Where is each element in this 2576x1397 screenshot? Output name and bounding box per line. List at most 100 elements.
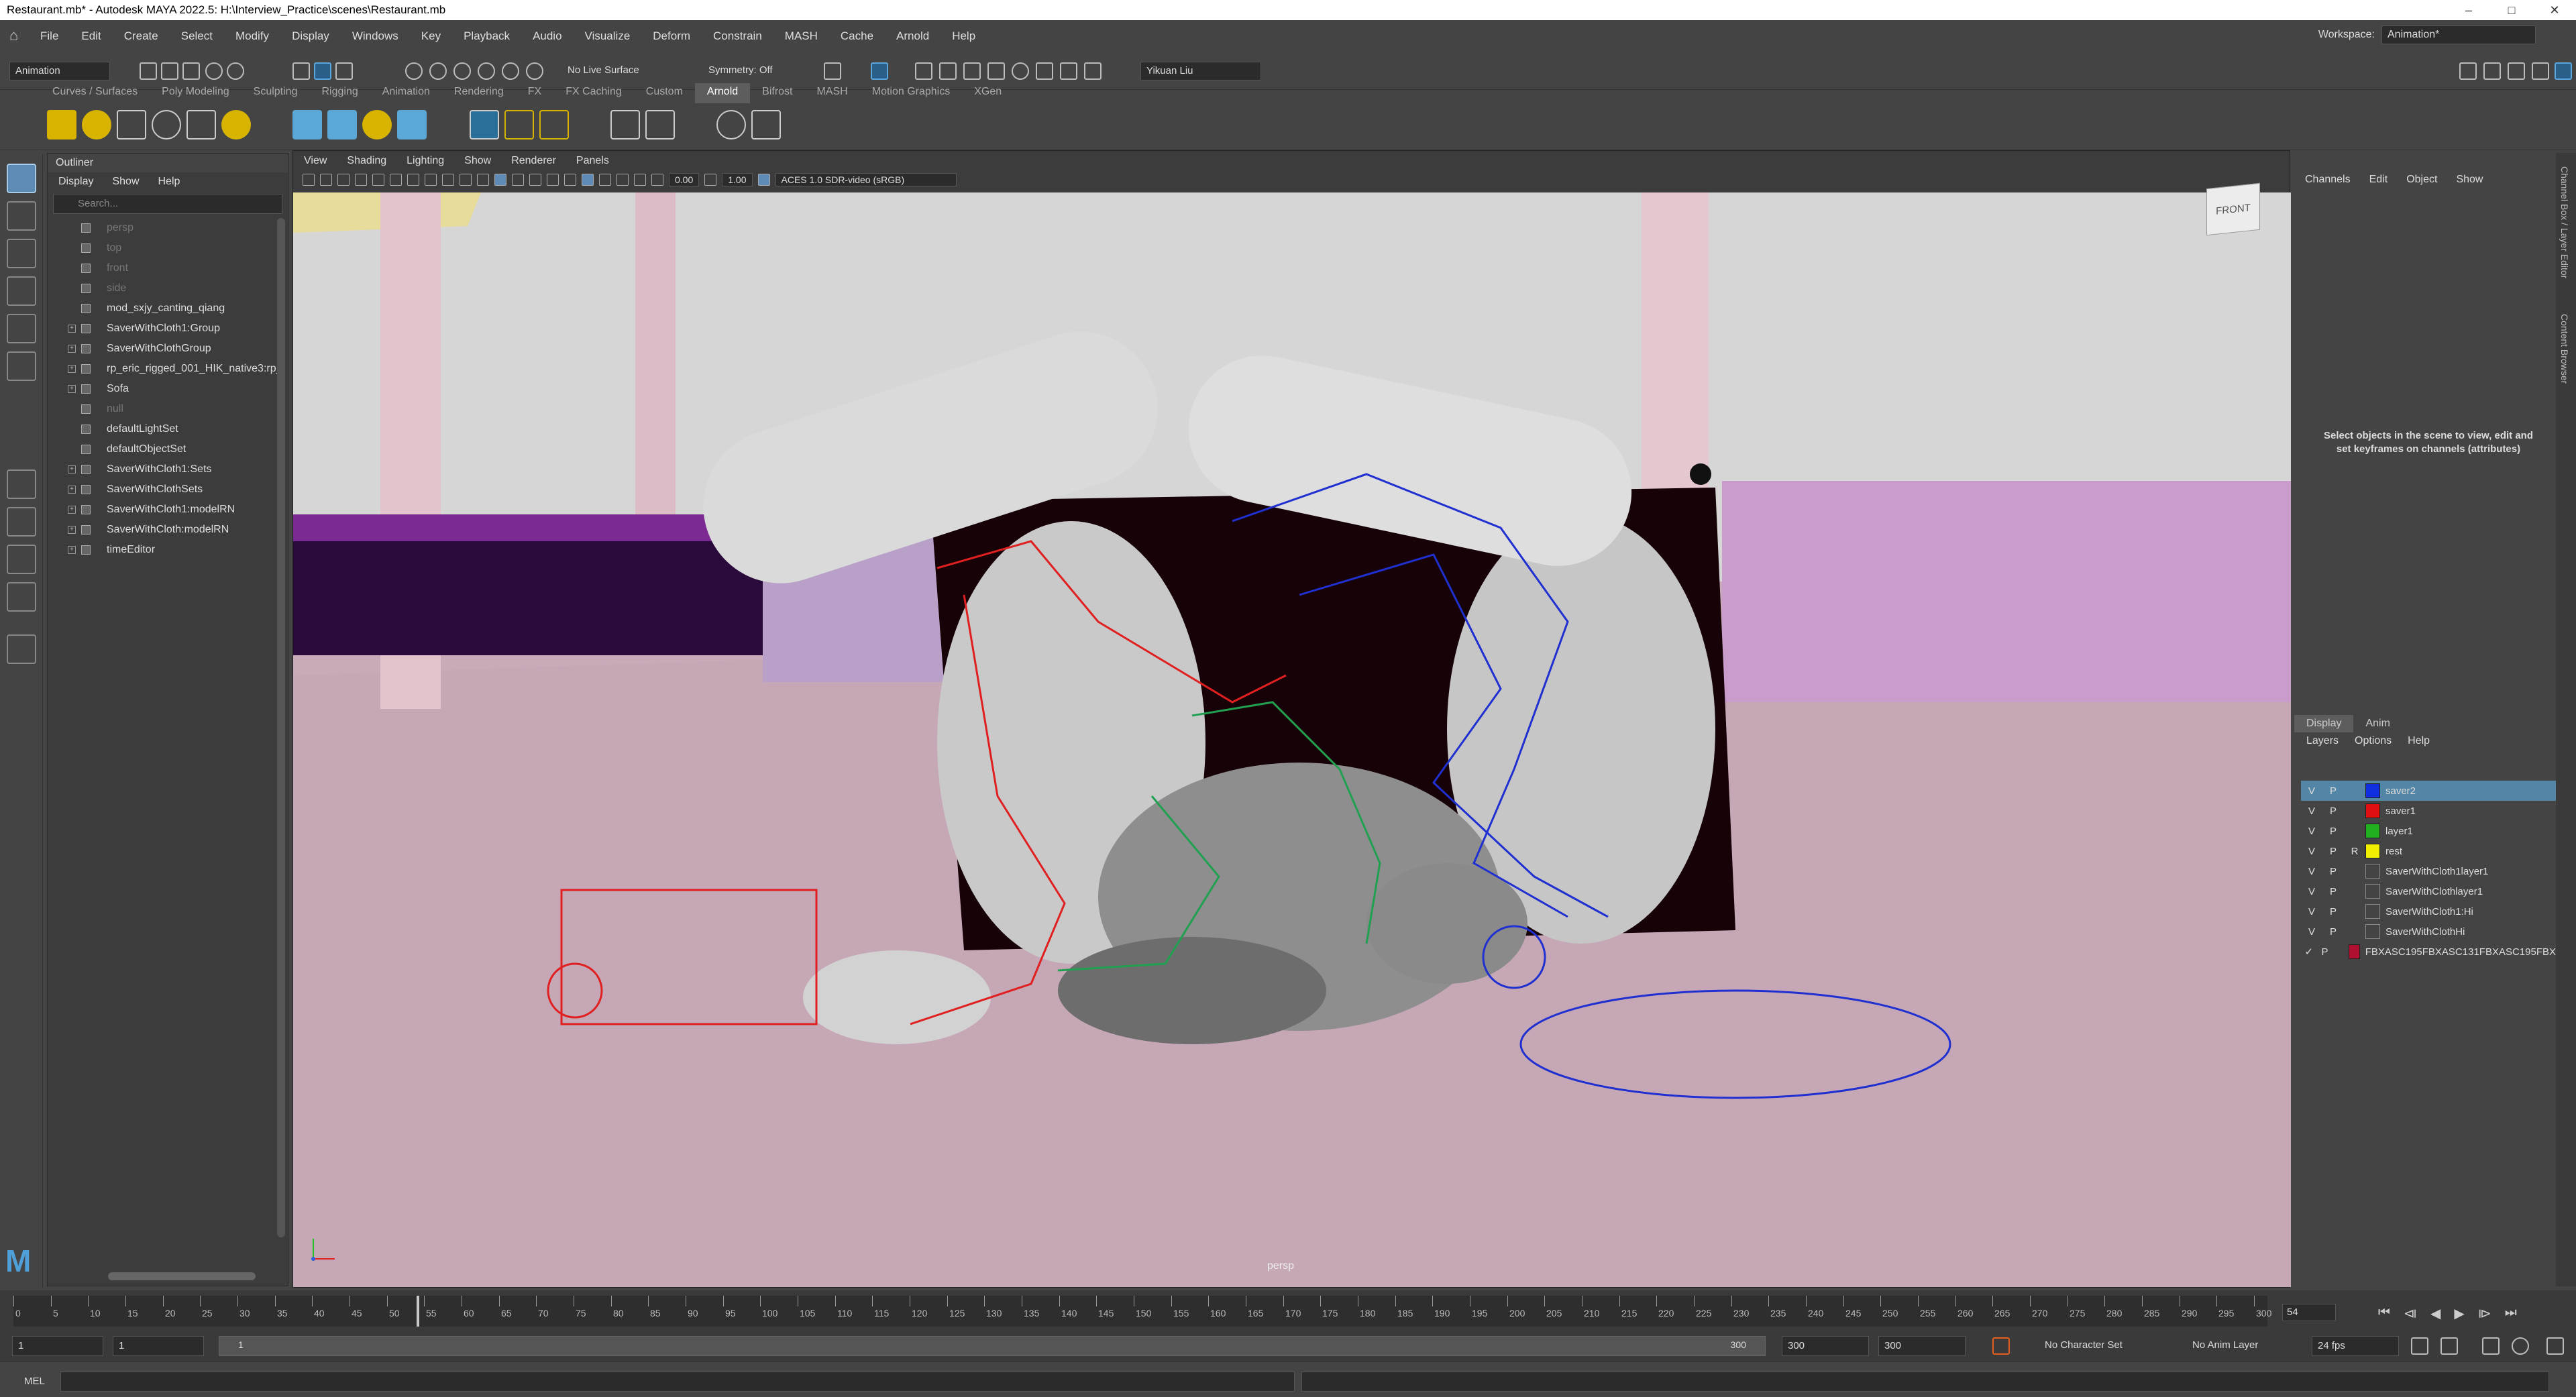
- rotate-tool-icon[interactable]: [7, 314, 36, 343]
- scene-end-field[interactable]: 300: [1878, 1336, 1966, 1356]
- viewport-menu-lighting[interactable]: Lighting: [407, 155, 444, 167]
- shadows-icon[interactable]: [564, 174, 576, 186]
- display-layer-row[interactable]: V P SaverWithCloth1:Hi: [2301, 901, 2556, 921]
- construction-history-icon[interactable]: [824, 62, 841, 80]
- playback-toggle[interactable]: P: [2322, 926, 2344, 938]
- command-input[interactable]: [60, 1372, 1295, 1392]
- layer-menu-layers[interactable]: Layers: [2306, 735, 2339, 747]
- channel-box-toggle-icon[interactable]: [2555, 62, 2572, 80]
- menu-audio[interactable]: Audio: [533, 30, 561, 43]
- volume-icon[interactable]: [362, 110, 392, 139]
- mesh-light-icon[interactable]: [82, 110, 111, 139]
- isolate-select-icon[interactable]: [582, 174, 594, 186]
- viewport-menu-renderer[interactable]: Renderer: [511, 155, 556, 167]
- shelf-tab-bifrost[interactable]: Bifrost: [750, 83, 804, 103]
- four-view-layout-icon[interactable]: [7, 507, 36, 537]
- snap-point-icon[interactable]: [453, 62, 471, 80]
- playback-toggle[interactable]: P: [2322, 886, 2344, 897]
- snap-curve-icon[interactable]: [429, 62, 447, 80]
- layer-color-swatch[interactable]: [2365, 924, 2380, 939]
- visibility-toggle[interactable]: ✓: [2301, 946, 2317, 958]
- visibility-toggle[interactable]: V: [2301, 886, 2322, 897]
- outliner-item[interactable]: + timeEditor: [48, 540, 288, 560]
- area-light-icon[interactable]: [47, 110, 76, 139]
- outliner-item[interactable]: + SaverWithCloth1:modelRN: [48, 500, 288, 520]
- expand-icon[interactable]: +: [68, 546, 76, 554]
- user-account-dropdown[interactable]: Yikuan Liu: [1140, 62, 1261, 80]
- visibility-toggle[interactable]: V: [2301, 926, 2322, 938]
- outliner-item[interactable]: + SaverWithCloth:modelRN: [48, 520, 288, 540]
- attribute-editor-icon[interactable]: [2483, 62, 2501, 80]
- auto-key-icon[interactable]: [1992, 1337, 2010, 1355]
- layer-menu-help[interactable]: Help: [2408, 735, 2430, 747]
- outliner-menu-help[interactable]: Help: [158, 176, 180, 188]
- sound-icon[interactable]: [2482, 1337, 2500, 1355]
- layer-color-swatch[interactable]: [2365, 904, 2380, 919]
- go-to-end-icon[interactable]: ⏭: [2505, 1305, 2517, 1322]
- current-frame-field[interactable]: 54: [2282, 1304, 2336, 1321]
- shelf-tab-fx[interactable]: FX: [516, 83, 553, 103]
- wireframe-on-shaded-icon[interactable]: [512, 174, 524, 186]
- license-icon[interactable]: [539, 110, 569, 139]
- xray-icon[interactable]: [599, 174, 611, 186]
- menu-constrain[interactable]: Constrain: [713, 30, 762, 43]
- step-back-key-icon[interactable]: ⧏: [2404, 1305, 2417, 1322]
- bookmark-icon[interactable]: [337, 174, 350, 186]
- menu-arnold[interactable]: Arnold: [896, 30, 929, 43]
- menu-playback[interactable]: Playback: [464, 30, 510, 43]
- visibility-toggle[interactable]: V: [2301, 785, 2322, 797]
- eye-icon[interactable]: [716, 110, 746, 139]
- texture-manager-icon[interactable]: [504, 110, 534, 139]
- close-button[interactable]: ✕: [2533, 0, 2576, 20]
- expand-icon[interactable]: +: [68, 325, 76, 333]
- view-cube[interactable]: FRONT: [2206, 182, 2260, 236]
- visibility-toggle[interactable]: V: [2301, 805, 2322, 817]
- shelf-tab-rigging[interactable]: Rigging: [309, 83, 370, 103]
- redo-icon[interactable]: [227, 62, 244, 80]
- safe-action-icon[interactable]: [460, 174, 472, 186]
- outliner-menu-display[interactable]: Display: [58, 176, 93, 188]
- display-layer-row[interactable]: V P Rrest: [2301, 841, 2556, 861]
- color-space-dropdown[interactable]: ACES 1.0 SDR-video (sRGB): [775, 173, 957, 186]
- snap-view-icon[interactable]: [478, 62, 495, 80]
- film-gate-icon[interactable]: [390, 174, 402, 186]
- playback-end-field[interactable]: 300: [1782, 1336, 1869, 1356]
- expand-icon[interactable]: +: [68, 385, 76, 393]
- viewport-menu-panels[interactable]: Panels: [576, 155, 609, 167]
- shelf-tab-poly-modeling[interactable]: Poly Modeling: [150, 83, 241, 103]
- maximize-button[interactable]: □: [2490, 0, 2533, 20]
- play-backward-icon[interactable]: ◀: [2430, 1305, 2440, 1322]
- display-layer-row[interactable]: ✓ P FBXASC195FBXASC131FBXASC195FBX: [2301, 942, 2556, 962]
- resolution-gate-icon[interactable]: [407, 174, 419, 186]
- viewport-menu-show[interactable]: Show: [464, 155, 491, 167]
- outliner-item[interactable]: side: [48, 278, 288, 298]
- reference-toggle[interactable]: R: [2344, 846, 2365, 857]
- color-management-icon[interactable]: [757, 174, 770, 186]
- side-by-side-layout-icon[interactable]: [7, 545, 36, 574]
- channel-box-side-tab[interactable]: Channel Box / Layer Editor: [2559, 166, 2570, 278]
- snap-grid-icon[interactable]: [405, 62, 423, 80]
- display-layer-row[interactable]: V P SaverWithClothHi: [2301, 921, 2556, 942]
- shelf-tab-xgen[interactable]: XGen: [962, 83, 1014, 103]
- channel-box-menu-channels[interactable]: Channels: [2305, 174, 2351, 186]
- outliner-item[interactable]: + Sofa: [48, 379, 288, 399]
- outliner-item[interactable]: defaultLightSet: [48, 419, 288, 439]
- content-browser-side-tab[interactable]: Content Browser: [2559, 314, 2570, 384]
- playback-toggle[interactable]: P: [2322, 906, 2344, 917]
- display-layer-row[interactable]: V Psaver1: [2301, 801, 2556, 821]
- playback-toggle[interactable]: P: [2317, 946, 2333, 958]
- fps-dropdown[interactable]: 24 fps: [2312, 1336, 2399, 1356]
- step-forward-key-icon[interactable]: ⧐: [2478, 1305, 2491, 1322]
- channel-box-menu-edit[interactable]: Edit: [2369, 174, 2388, 186]
- shelf-tab-sculpting[interactable]: Sculpting: [241, 83, 310, 103]
- select-component-icon[interactable]: [335, 62, 353, 80]
- cache-playback-icon[interactable]: [2440, 1337, 2458, 1355]
- playback-toggle[interactable]: P: [2322, 846, 2344, 857]
- camera-display-icon[interactable]: [634, 174, 646, 186]
- outliner-item[interactable]: + SaverWithCloth1:Sets: [48, 459, 288, 480]
- live-surface-field[interactable]: No Live Surface: [562, 62, 669, 80]
- display-layer-row[interactable]: V P SaverWithCloth1layer1: [2301, 861, 2556, 881]
- shelf-tab-curves-surfaces[interactable]: Curves / Surfaces: [40, 83, 150, 103]
- outliner-layout-icon[interactable]: [7, 582, 36, 612]
- menuset-dropdown[interactable]: Animation: [9, 62, 110, 80]
